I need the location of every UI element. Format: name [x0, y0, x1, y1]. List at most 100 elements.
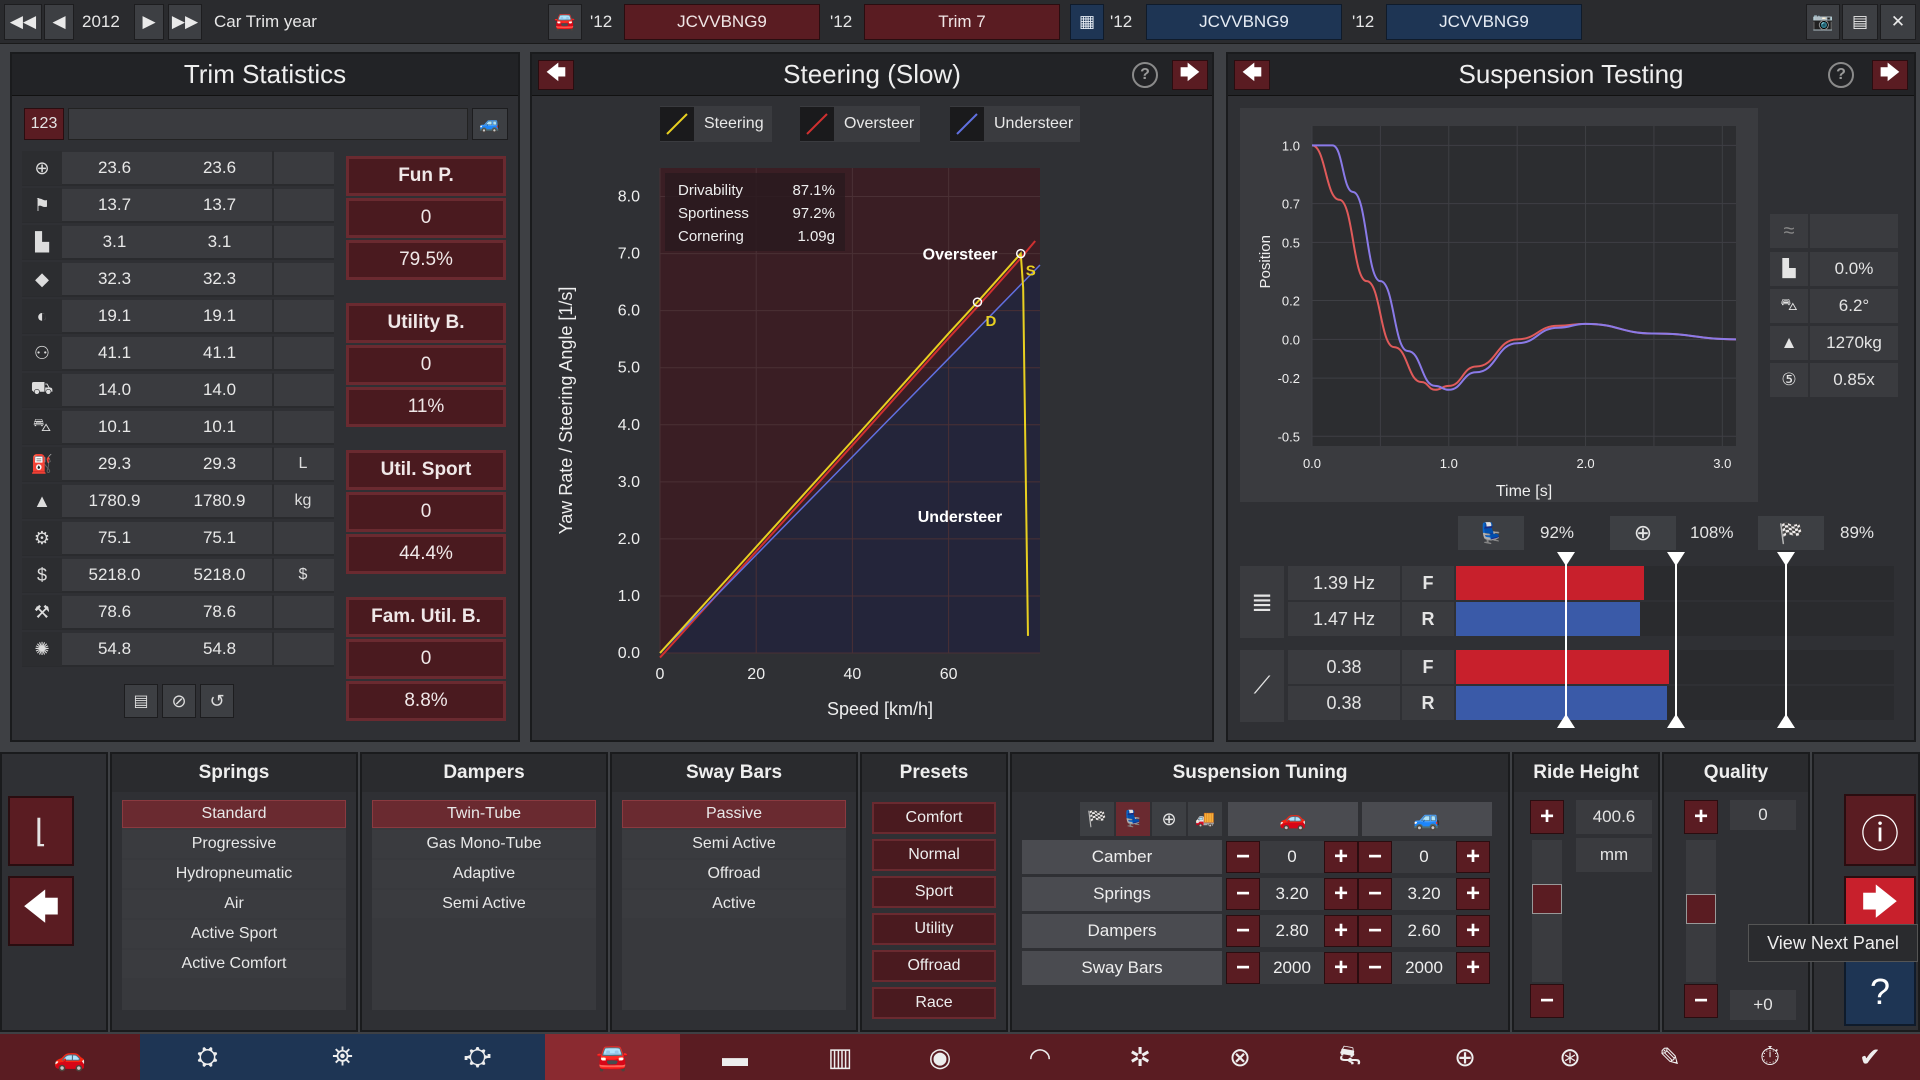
quality-decrease-button[interactable]: − — [1684, 984, 1718, 1018]
preset-race-button[interactable]: Race — [872, 987, 996, 1019]
nav-wheels-button[interactable]: ✲ — [1090, 1034, 1190, 1080]
nav-brakes-button[interactable]: ◠ — [990, 1034, 1090, 1080]
rear-increase-button[interactable]: + — [1456, 841, 1490, 873]
nav-tyres-button[interactable]: ⊗ — [1190, 1034, 1290, 1080]
rewind-year-button[interactable]: ◀◀ — [4, 4, 42, 40]
compare-model-button-2[interactable]: JCVVBNG9 — [1386, 4, 1582, 40]
front-decrease-button[interactable]: − — [1226, 878, 1260, 910]
nav-finish-button[interactable]: ✔ — [1820, 1034, 1920, 1080]
close-button[interactable]: ✕ — [1880, 4, 1916, 40]
front-increase-button[interactable]: + — [1324, 952, 1358, 984]
nav-fixtures-button[interactable]: ▥ — [790, 1034, 890, 1080]
nav-test-track-button[interactable]: ⏱ — [1720, 1034, 1820, 1080]
front-increase-button[interactable]: + — [1324, 915, 1358, 947]
quality-slider[interactable] — [1686, 840, 1716, 982]
help-button[interactable]: ? — [1828, 62, 1854, 88]
springs-option[interactable]: Air — [122, 890, 346, 918]
sway-bars-option[interactable]: Passive — [622, 800, 846, 828]
rear-decrease-button[interactable]: − — [1358, 952, 1392, 984]
help-button[interactable]: ? — [1844, 958, 1916, 1026]
race-flag-icon[interactable]: 🏁 — [1080, 802, 1114, 836]
nav-body-button[interactable]: 🚗 — [0, 1034, 140, 1080]
help-button[interactable]: ? — [1132, 62, 1158, 88]
score-title[interactable]: Fun P. — [346, 156, 506, 196]
rear-decrease-button[interactable]: − — [1358, 915, 1392, 947]
rear-increase-button[interactable]: + — [1456, 915, 1490, 947]
springs-option[interactable]: Active Sport — [122, 920, 346, 948]
calculator-button[interactable]: ▤ — [1842, 4, 1878, 40]
nav-chassis-2-button[interactable]: ⛯ — [275, 1034, 410, 1080]
warnings-button[interactable]: ⓘ — [1844, 794, 1916, 866]
forward-year-button[interactable]: ▶▶ — [168, 4, 202, 40]
springs-option[interactable]: Standard — [122, 800, 346, 828]
preset-sport-button[interactable]: Sport — [872, 876, 996, 908]
next-year-button[interactable]: ▶ — [134, 4, 164, 40]
compare-button[interactable]: ▦ — [1070, 4, 1104, 40]
trim-number-badge[interactable]: 123 — [24, 108, 64, 140]
score-title[interactable]: Utility B. — [346, 303, 506, 343]
sway-bars-option[interactable]: Offroad — [622, 860, 846, 888]
front-decrease-button[interactable]: − — [1226, 915, 1260, 947]
seat-icon[interactable]: 💺 — [1116, 802, 1150, 836]
steering-wheel-icon[interactable]: ⊕ — [1152, 802, 1186, 836]
nav-aero-button[interactable]: ⛐ — [1290, 1034, 1410, 1080]
compare-model-button-1[interactable]: JCVVBNG9 — [1146, 4, 1342, 40]
dampers-option[interactable]: Twin-Tube — [372, 800, 596, 828]
rear-decrease-button[interactable]: − — [1358, 878, 1392, 910]
quality-increase-button[interactable]: + — [1684, 800, 1718, 834]
sport-indicator: 🏁 — [1758, 516, 1824, 550]
front-increase-button[interactable]: + — [1324, 878, 1358, 910]
rear-decrease-button[interactable]: − — [1358, 841, 1392, 873]
previous-year-button[interactable]: ◀ — [44, 4, 74, 40]
cargo-car-icon[interactable]: 🚚 — [1188, 802, 1222, 836]
trim-name-button[interactable]: Trim 7 — [864, 4, 1060, 40]
nav-chassis-button[interactable]: ⛭ — [140, 1034, 275, 1080]
suspension-geometry-button[interactable]: ⌊ — [8, 796, 74, 866]
previous-panel-button[interactable]: 🡄 — [538, 60, 574, 90]
front-decrease-button[interactable]: − — [1226, 841, 1260, 873]
back-button[interactable]: 🡄 — [8, 876, 74, 946]
score-title[interactable]: Util. Sport — [346, 450, 506, 490]
preset-normal-button[interactable]: Normal — [872, 839, 996, 871]
nav-suspension-button[interactable]: 🚘 — [545, 1034, 680, 1080]
preset-comfort-button[interactable]: Comfort — [872, 802, 996, 834]
springs-option[interactable]: Hydropneumatic — [122, 860, 346, 888]
springs-option[interactable]: Active Comfort — [122, 950, 346, 978]
preset-utility-button[interactable]: Utility — [872, 913, 996, 945]
front-decrease-button[interactable]: − — [1226, 952, 1260, 984]
reset-button[interactable]: ↺ — [200, 684, 234, 718]
dampers-option[interactable]: Gas Mono-Tube — [372, 830, 596, 858]
ride-height-slider-handle[interactable] — [1532, 884, 1562, 914]
model-name-button[interactable]: JCVVBNG9 — [624, 4, 820, 40]
report-button[interactable]: ▤ — [124, 684, 158, 718]
ride-height-decrease-button[interactable]: − — [1530, 984, 1564, 1018]
dampers-option[interactable]: Adaptive — [372, 860, 596, 888]
rear-increase-button[interactable]: + — [1456, 952, 1490, 984]
nav-safety-button[interactable]: ⊛ — [1520, 1034, 1620, 1080]
clear-button[interactable]: ⊘ — [162, 684, 196, 718]
ride-height-slider[interactable] — [1532, 840, 1562, 982]
preset-offroad-button[interactable]: Offroad — [872, 950, 996, 982]
screenshot-button[interactable]: 📷 — [1806, 4, 1840, 40]
nav-interior-button[interactable]: ▬ — [680, 1034, 790, 1080]
rear-value: 2000 — [1392, 952, 1456, 984]
nav-chassis-3-button[interactable]: ⛮ — [410, 1034, 545, 1080]
trim-name-field[interactable] — [68, 108, 468, 140]
ride-height-increase-button[interactable]: + — [1530, 800, 1564, 834]
nav-lights-button[interactable]: ◉ — [890, 1034, 990, 1080]
nav-paint-button[interactable]: ✎ — [1620, 1034, 1720, 1080]
next-panel-button[interactable]: 🡆 — [1872, 60, 1908, 90]
previous-panel-button[interactable]: 🡄 — [1234, 60, 1270, 90]
next-panel-button[interactable]: 🡆 — [1172, 60, 1208, 90]
rear-increase-button[interactable]: + — [1456, 878, 1490, 910]
car-model-button[interactable]: 🚘 — [548, 4, 582, 40]
car-settings-button[interactable]: 🚙 — [472, 108, 508, 140]
quality-slider-handle[interactable] — [1686, 894, 1716, 924]
front-increase-button[interactable]: + — [1324, 841, 1358, 873]
sway-bars-option[interactable]: Semi Active — [622, 830, 846, 858]
dampers-option[interactable]: Semi Active — [372, 890, 596, 918]
springs-option[interactable]: Progressive — [122, 830, 346, 858]
score-title[interactable]: Fam. Util. B. — [346, 597, 506, 637]
nav-drivability-button[interactable]: ⊕ — [1410, 1034, 1520, 1080]
sway-bars-option[interactable]: Active — [622, 890, 846, 918]
